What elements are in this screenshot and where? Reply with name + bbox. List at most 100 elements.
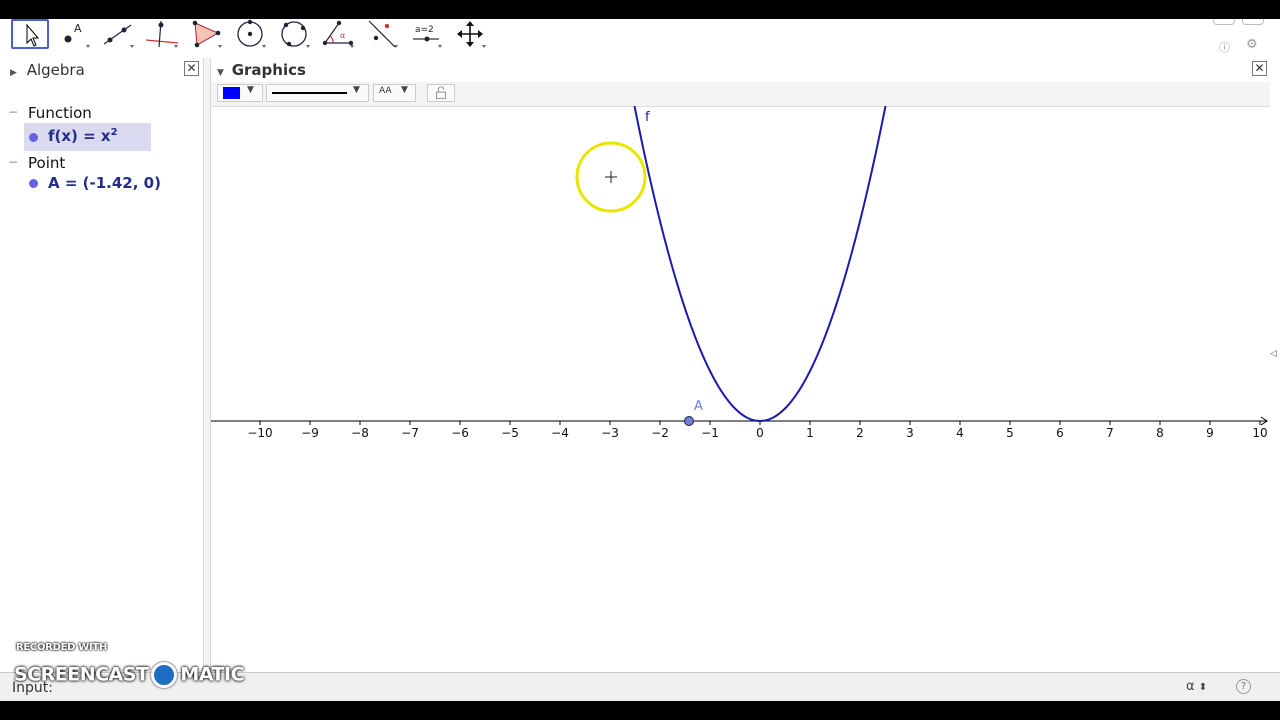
watermark-logo: SCREENCAST MATIC	[14, 662, 245, 688]
point-A	[684, 416, 694, 426]
slider-tool-label: a=2	[415, 25, 434, 35]
algebra-view: ▶ Algebra ✕ − Function f(x) = x2 − Point…	[0, 58, 204, 672]
function-text: f(x) = x	[48, 127, 111, 145]
function-exponent: 2	[110, 127, 118, 138]
geogebra-window: A α a=2 ⓘ ⚙ ▶ Algebra ✕ − Function f(x) …	[0, 19, 1280, 701]
svg-text:α: α	[340, 31, 345, 40]
line-tool-button[interactable]	[99, 19, 137, 49]
x-tick-label: 7	[1106, 426, 1114, 440]
lock-icon	[436, 86, 446, 99]
algebra-item-f[interactable]: f(x) = x2	[24, 123, 151, 151]
x-tick-label: −5	[501, 426, 519, 440]
reflect-line-icon	[368, 20, 398, 48]
maximize-window-button[interactable]	[1242, 19, 1264, 25]
color-swatch	[223, 87, 240, 99]
x-tick-label: −8	[351, 426, 369, 440]
x-tick-label: 2	[856, 426, 864, 440]
category-function: Function	[28, 104, 92, 122]
screencast-logo-icon	[151, 662, 178, 688]
toolbar: A α a=2 ⓘ ⚙	[0, 19, 1280, 55]
algebra-item-A[interactable]: A = (-1.42, 0)	[24, 171, 194, 199]
x-tick-label: 1	[806, 426, 814, 440]
conic-tool-button[interactable]	[275, 19, 313, 49]
watermark-right-text: MATIC	[180, 663, 245, 686]
visibility-toggle-dot[interactable]	[29, 133, 38, 142]
point-icon: A	[64, 22, 90, 48]
x-tick-label: 10	[1252, 426, 1267, 440]
category-point: Point	[28, 154, 66, 172]
circle-three-points-icon	[281, 21, 310, 48]
graphics-header[interactable]: ▼ Graphics	[217, 58, 306, 82]
x-tick-label: −3	[601, 426, 619, 440]
move-tool-button[interactable]	[11, 19, 49, 49]
perpendicular-line-tool-button[interactable]	[143, 19, 181, 49]
x-tick-label: −7	[401, 426, 419, 440]
graphics-canvas[interactable]: −10 −9 −8 −7 −6 −5 −4 −3 −2 −1 0 1 2 3 4 5 6 7 8 9 10fA	[211, 106, 1270, 672]
polygon-tool-button[interactable]	[187, 19, 225, 49]
x-tick-label: −1	[701, 426, 719, 440]
color-picker-button[interactable]: ▼	[217, 84, 263, 102]
x-tick-label: 5	[1006, 426, 1014, 440]
move-graphics-view-tool-button[interactable]	[451, 19, 489, 49]
x-tick-label: −6	[451, 426, 469, 440]
close-algebra-button[interactable]: ✕	[184, 61, 199, 76]
expand-triangle-icon[interactable]: ▶	[10, 68, 17, 78]
slider-icon: a=2	[413, 25, 442, 48]
lock-button[interactable]	[427, 84, 455, 102]
angle-tool-button[interactable]: α	[319, 19, 357, 49]
x-tick-label: −9	[301, 426, 319, 440]
graphics-title: Graphics	[231, 61, 306, 79]
x-tick-label: −4	[551, 426, 569, 440]
point-label-A: A	[694, 399, 703, 414]
x-tick-label: 0	[756, 426, 764, 440]
x-tick-label: 8	[1156, 426, 1164, 440]
line-style-button[interactable]: ▼	[266, 84, 369, 102]
x-tick-label: −10	[247, 426, 272, 440]
restore-window-button[interactable]	[1213, 19, 1235, 25]
x-tick-label: 9	[1206, 426, 1214, 440]
perpendicular-line-icon	[145, 20, 179, 48]
watermark-left-text: SCREENCAST	[14, 663, 149, 686]
svg-text:A: A	[74, 22, 82, 35]
font-size-label: AA	[379, 86, 392, 96]
move-arrows-icon	[457, 21, 486, 48]
style-bar: ▼ ▼ AA ▼	[211, 82, 1270, 107]
reflect-tool-button[interactable]	[363, 19, 401, 49]
point-tool-button[interactable]: A	[55, 19, 93, 49]
algebra-header[interactable]: ▶ Algebra	[10, 58, 85, 82]
slider-tool-button[interactable]: a=2	[407, 19, 445, 49]
line-icon	[103, 24, 134, 48]
x-tick-label: −2	[651, 426, 669, 440]
x-tick-label: 6	[1056, 426, 1064, 440]
chevron-down-icon: ▼	[353, 85, 360, 95]
function-definition: f(x) = x2	[48, 127, 118, 145]
function-curve-f	[633, 106, 887, 422]
circle-tool-button[interactable]	[231, 19, 269, 49]
algebra-title: Algebra	[26, 61, 85, 79]
polygon-icon	[192, 20, 222, 48]
point-definition: A = (-1.42, 0)	[48, 174, 161, 192]
text-size-button[interactable]: AA ▼	[373, 84, 416, 102]
chevron-down-icon: ▼	[247, 85, 254, 95]
chevron-down-icon: ▼	[401, 85, 408, 95]
visibility-toggle-dot[interactable]	[29, 179, 38, 188]
line-style-preview	[272, 92, 347, 94]
panel-splitter[interactable]	[203, 58, 211, 672]
close-graphics-button[interactable]: ✕	[1252, 61, 1267, 76]
graphics-view: ▼ Graphics ✕ ▼ ▼ AA ▼ −10 −9 −8 −7 −6 −5…	[211, 58, 1280, 672]
symbol-picker-button[interactable]: α ⬍	[1186, 679, 1207, 694]
collapse-icon[interactable]: −	[8, 155, 18, 169]
side-expand-icon[interactable]: ◁	[1270, 349, 1277, 359]
gear-icon[interactable]: ⚙	[1246, 37, 1258, 52]
watermark-caption: RECORDED WITH	[16, 642, 108, 653]
cursor-arrow-icon	[26, 23, 40, 47]
updown-icon: ⬍	[1198, 682, 1208, 693]
input-help-button[interactable]: ?	[1236, 679, 1251, 694]
collapse-icon[interactable]: −	[8, 105, 18, 119]
angle-icon: α	[322, 20, 354, 48]
x-tick-label: 3	[906, 426, 914, 440]
help-circle-icon[interactable]: ⓘ	[1219, 39, 1230, 55]
circle-center-icon	[237, 19, 266, 48]
alpha-symbol: α	[1186, 679, 1195, 694]
collapse-triangle-icon[interactable]: ▼	[217, 68, 224, 78]
